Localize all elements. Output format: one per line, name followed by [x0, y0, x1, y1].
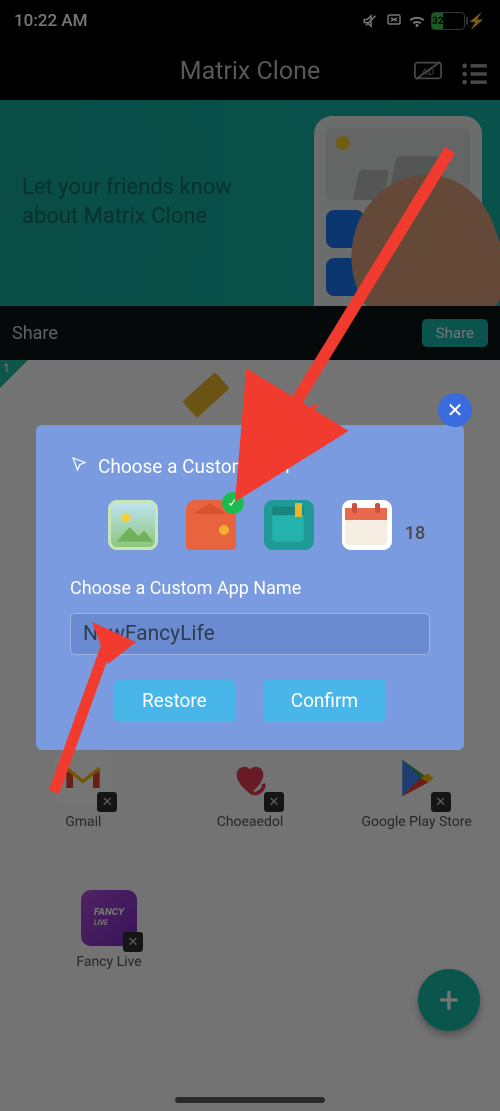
icon-option-gallery[interactable] [108, 500, 158, 550]
modal-title: Choose a Custom Icon [98, 455, 289, 478]
custom-icon-modal: ✕ Choose a Custom Icon ✓ 18 Choose a Cus… [36, 425, 464, 750]
restore-button[interactable]: Restore [114, 679, 235, 722]
icon-option-wallet[interactable]: ✓ [186, 500, 236, 550]
close-button[interactable]: ✕ [438, 393, 472, 427]
name-label: Choose a Custom App Name [70, 578, 430, 599]
check-icon: ✓ [222, 492, 244, 514]
app-name-input[interactable] [70, 613, 430, 655]
icon-option-calendar[interactable]: 18 [342, 500, 392, 550]
icon-option-notebook[interactable] [264, 500, 314, 550]
cursor-icon [70, 455, 88, 478]
confirm-button[interactable]: Confirm [263, 679, 386, 722]
calendar-day-text: 18 [390, 523, 440, 544]
